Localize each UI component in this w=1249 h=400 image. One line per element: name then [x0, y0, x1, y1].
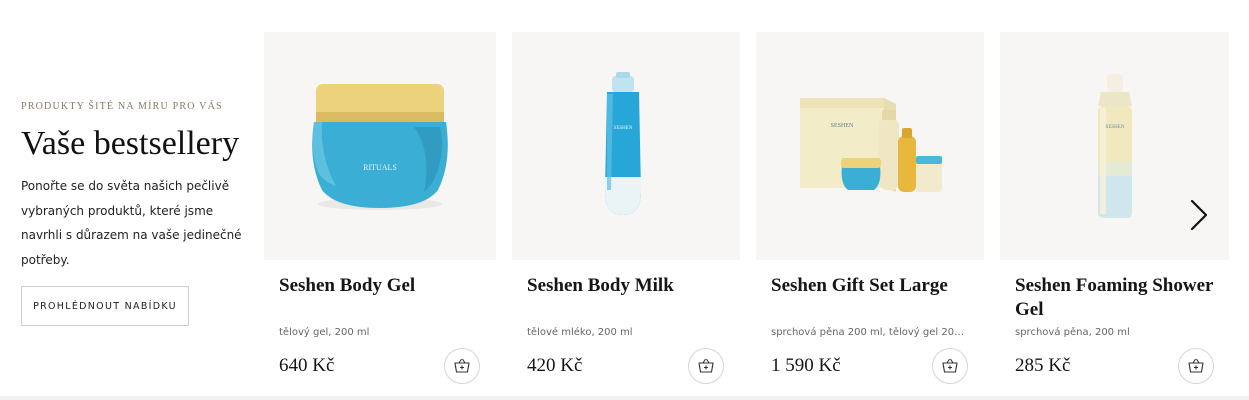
product-subtitle: tělový gel, 200 ml — [279, 327, 370, 338]
product-price: 420 Kč — [527, 355, 583, 376]
product-card[interactable]: SESHEN Seshen Gift Set Large sprchová pě… — [756, 32, 988, 397]
chevron-right-icon — [1190, 199, 1208, 231]
product-card[interactable]: RITUALS Seshen Body Gel tělový gel, 200 … — [264, 32, 496, 397]
product-image[interactable]: SESHEN — [512, 32, 740, 260]
product-subtitle: sprchová pěna, 200 ml — [1015, 327, 1130, 338]
product-price: 285 Kč — [1015, 355, 1071, 376]
product-subtitle: tělové mléko, 200 ml — [527, 327, 633, 338]
section-divider — [0, 396, 1249, 400]
basket-add-icon — [1188, 358, 1204, 373]
product-name[interactable]: Seshen Body Gel — [279, 274, 479, 298]
add-to-cart-button[interactable] — [444, 348, 480, 384]
product-name[interactable]: Seshen Foaming Shower Gel — [1015, 274, 1215, 322]
bottle-brand-text: SESHEN — [614, 126, 633, 131]
product-image[interactable]: RITUALS — [264, 32, 496, 260]
basket-add-icon — [454, 358, 470, 373]
carousel-next-button[interactable] — [1184, 196, 1214, 234]
product-card[interactable]: SESHEN Seshen Body Milk tělové mléko, 20… — [512, 32, 744, 397]
product-name[interactable]: Seshen Gift Set Large — [771, 274, 971, 298]
product-subtitle: sprchová pěna 200 ml, tělový gel 200 ml,… — [771, 327, 966, 338]
section-description: Ponořte se do světa našich pečlivě vybra… — [21, 179, 242, 267]
add-to-cart-button[interactable] — [688, 348, 724, 384]
basket-add-icon — [942, 358, 958, 373]
section-eyebrow: PRODUKTY ŠITÉ NA MÍRU PRO VÁS — [21, 101, 223, 112]
add-to-cart-button[interactable] — [1178, 348, 1214, 384]
box-brand-text: SESHEN — [831, 123, 854, 129]
body-milk-bottle-image: SESHEN — [605, 72, 641, 215]
section-title: Vaše bestsellery — [21, 125, 240, 162]
body-gel-jar-image: RITUALS — [312, 84, 448, 210]
basket-add-icon — [698, 358, 714, 373]
product-name[interactable]: Seshen Body Milk — [527, 274, 727, 298]
jar-brand-text: RITUALS — [363, 163, 397, 172]
view-offer-button[interactable]: PROHLÉDNOUT NABÍDKU — [21, 286, 189, 326]
add-to-cart-button[interactable] — [932, 348, 968, 384]
product-image[interactable]: SESHEN — [756, 32, 984, 260]
product-price: 1 590 Kč — [771, 355, 841, 376]
can-brand-text: SESHEN — [1106, 125, 1125, 130]
product-price: 640 Kč — [279, 355, 335, 376]
gift-set-image: SESHEN — [800, 98, 942, 192]
